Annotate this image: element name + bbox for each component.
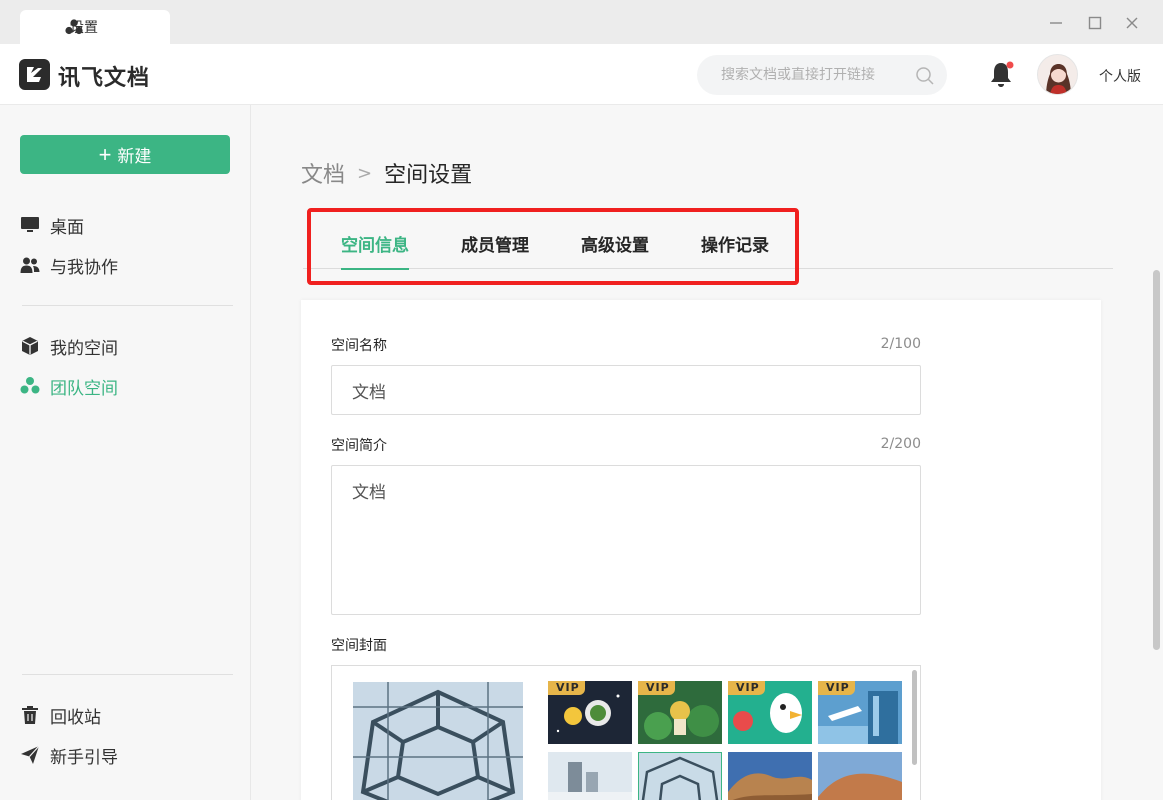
cube-icon bbox=[22, 337, 38, 355]
cover-option[interactable] bbox=[548, 752, 632, 800]
edition-label[interactable]: 个人版 bbox=[1099, 66, 1141, 86]
title-bar: 设置 bbox=[0, 0, 1163, 44]
page-title: 空间设置 bbox=[384, 163, 473, 188]
team-icon bbox=[20, 377, 40, 394]
cover-option[interactable] bbox=[638, 752, 722, 800]
sidebar-item-guide[interactable]: 新手引导 bbox=[20, 740, 118, 770]
space-cover-label: 空间封面 bbox=[331, 638, 387, 654]
app-logo-text: 讯飞文档 bbox=[58, 66, 151, 91]
cover-option[interactable] bbox=[728, 752, 812, 800]
sidebar-divider bbox=[22, 674, 233, 675]
sidebar-item-label: 与我协作 bbox=[50, 257, 118, 278]
minimize-button[interactable] bbox=[1047, 14, 1065, 32]
sidebar-item-trash[interactable]: 回收站 bbox=[20, 700, 101, 730]
selected-cover-image bbox=[353, 682, 523, 800]
team-icon bbox=[65, 19, 83, 35]
sidebar: + 新建 桌面 与我协作 我的空间 团队空间 回收站 新手引导 bbox=[0, 105, 251, 800]
new-button-label: 新建 bbox=[117, 147, 152, 166]
sidebar-item-label: 团队空间 bbox=[50, 378, 118, 399]
cover-option[interactable]: VIP bbox=[548, 681, 632, 744]
search-icon[interactable] bbox=[915, 66, 935, 86]
breadcrumb-parent[interactable]: 文档 bbox=[301, 157, 345, 189]
cover-option[interactable]: VIP bbox=[728, 681, 812, 744]
search-input[interactable] bbox=[697, 55, 947, 95]
cover-option[interactable] bbox=[818, 752, 902, 800]
page-scrollbar[interactable] bbox=[1153, 270, 1160, 650]
sidebar-item-desktop[interactable]: 桌面 bbox=[20, 210, 84, 240]
sidebar-item-label: 我的空间 bbox=[50, 338, 118, 359]
sidebar-item-label: 桌面 bbox=[50, 217, 84, 238]
collab-icon bbox=[20, 257, 40, 273]
space-desc-textarea[interactable]: 文档 bbox=[331, 465, 921, 615]
trash-icon bbox=[22, 706, 38, 724]
cover-picker: VIP VIP VIP VIP bbox=[331, 665, 921, 800]
vip-badge: VIP bbox=[548, 681, 585, 695]
cover-scrollbar[interactable] bbox=[912, 670, 917, 765]
maximize-button[interactable] bbox=[1086, 14, 1104, 32]
logo-icon bbox=[19, 59, 50, 90]
space-desc-counter: 2/200 bbox=[880, 436, 921, 452]
app-header: 讯飞文档 个人版 bbox=[0, 44, 1163, 105]
sidebar-item-collab[interactable]: 与我协作 bbox=[20, 250, 118, 280]
tabs-highlight-box bbox=[307, 208, 799, 285]
vip-badge: VIP bbox=[818, 681, 855, 695]
space-name-label: 空间名称 bbox=[331, 338, 387, 354]
space-info-form: 空间名称 2/100 空间简介 2/200 文档 空间封面 bbox=[301, 300, 1101, 800]
maximize-icon bbox=[1088, 16, 1102, 30]
main-content: 文档 > 空间设置 空间信息 成员管理 高级设置 操作记录 空间名称 2/100… bbox=[251, 105, 1163, 800]
desktop-icon bbox=[21, 217, 39, 232]
plus-icon: + bbox=[98, 141, 112, 167]
chevron-right-icon: > bbox=[357, 162, 373, 184]
space-desc-label: 空间简介 bbox=[331, 438, 387, 454]
space-name-counter: 2/100 bbox=[880, 336, 921, 352]
avatar[interactable] bbox=[1037, 54, 1078, 95]
breadcrumb: 文档 > 空间设置 bbox=[301, 157, 472, 189]
sidebar-item-team-space[interactable]: 团队空间 bbox=[20, 371, 118, 401]
close-icon bbox=[1126, 17, 1138, 29]
close-button[interactable] bbox=[1123, 14, 1141, 32]
cover-option[interactable]: VIP bbox=[638, 681, 722, 744]
new-button[interactable]: + 新建 bbox=[20, 135, 230, 174]
cover-option[interactable]: VIP bbox=[818, 681, 902, 744]
space-name-input[interactable] bbox=[331, 365, 921, 415]
bell-icon[interactable] bbox=[989, 60, 1015, 88]
sidebar-item-label: 新手引导 bbox=[50, 747, 118, 768]
sidebar-item-label: 回收站 bbox=[50, 707, 101, 728]
vip-badge: VIP bbox=[728, 681, 765, 695]
vip-badge: VIP bbox=[638, 681, 675, 695]
sidebar-divider bbox=[22, 305, 233, 306]
sidebar-item-my-space[interactable]: 我的空间 bbox=[20, 331, 118, 361]
minimize-icon bbox=[1050, 22, 1062, 24]
window-tab[interactable]: 设置 bbox=[20, 10, 170, 44]
send-icon bbox=[21, 745, 40, 764]
